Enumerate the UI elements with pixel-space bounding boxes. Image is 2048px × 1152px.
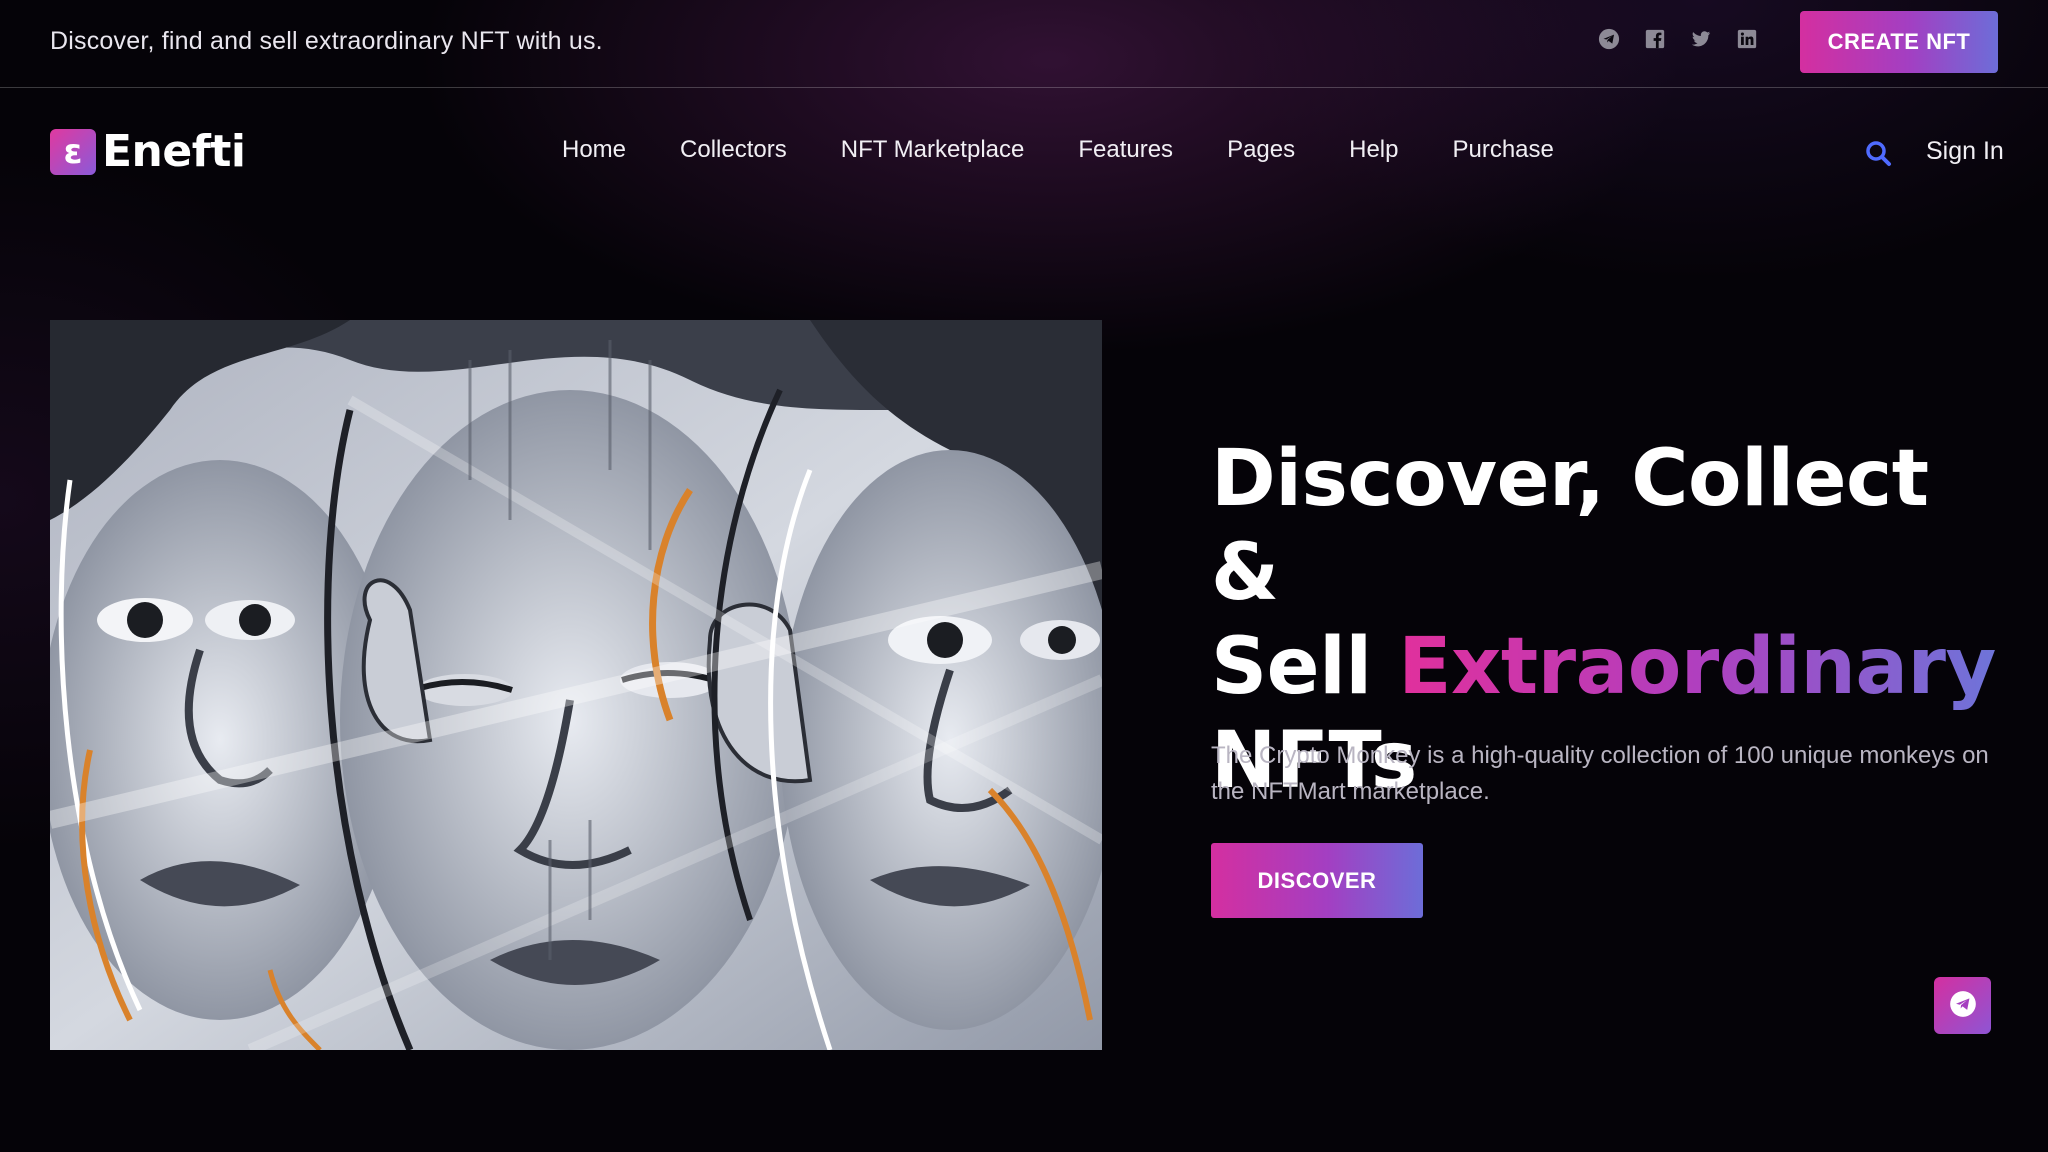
search-icon[interactable] — [1864, 139, 1892, 167]
sign-in-link[interactable]: Sign In — [1926, 137, 2004, 166]
top-bar: Discover, find and sell extraordinary NF… — [0, 0, 2048, 88]
discover-button[interactable]: DISCOVER — [1211, 843, 1423, 918]
logo-mark: ɛ — [50, 128, 96, 175]
twitter-icon[interactable] — [1690, 28, 1712, 50]
nav-item-home[interactable]: Home — [562, 136, 626, 164]
nav-item-features[interactable]: Features — [1078, 136, 1173, 164]
hero-title-sell: Sell — [1211, 622, 1399, 712]
telegram-icon — [1949, 990, 1977, 1021]
nav-item-purchase[interactable]: Purchase — [1452, 136, 1553, 164]
nav-item-pages[interactable]: Pages — [1227, 136, 1295, 164]
nav-item-help[interactable]: Help — [1349, 136, 1398, 164]
create-nft-button[interactable]: CREATE NFT — [1800, 11, 1998, 73]
linkedin-icon[interactable] — [1736, 28, 1758, 50]
logo[interactable]: ɛ Enefti — [50, 126, 246, 177]
hero-description: The Crypto Monkey is a high-quality coll… — [1211, 742, 1989, 805]
telegram-icon[interactable] — [1598, 28, 1620, 50]
hero-title-highlight: Extraordinary — [1398, 622, 1996, 712]
social-links — [1598, 28, 1758, 50]
floating-telegram-button[interactable] — [1934, 977, 1991, 1034]
topbar-tagline: Discover, find and sell extraordinary NF… — [50, 27, 603, 55]
nav-item-collectors[interactable]: Collectors — [680, 136, 787, 164]
nav-item-nft-marketplace[interactable]: NFT Marketplace — [841, 136, 1025, 164]
logo-text: Enefti — [102, 126, 246, 177]
main-nav: Home Collectors NFT Marketplace Features… — [562, 136, 1554, 164]
facebook-icon[interactable] — [1644, 28, 1666, 50]
graffiti-faces-artwork — [50, 320, 1102, 1050]
hero-title-line1: Discover, Collect & — [1211, 434, 1929, 618]
